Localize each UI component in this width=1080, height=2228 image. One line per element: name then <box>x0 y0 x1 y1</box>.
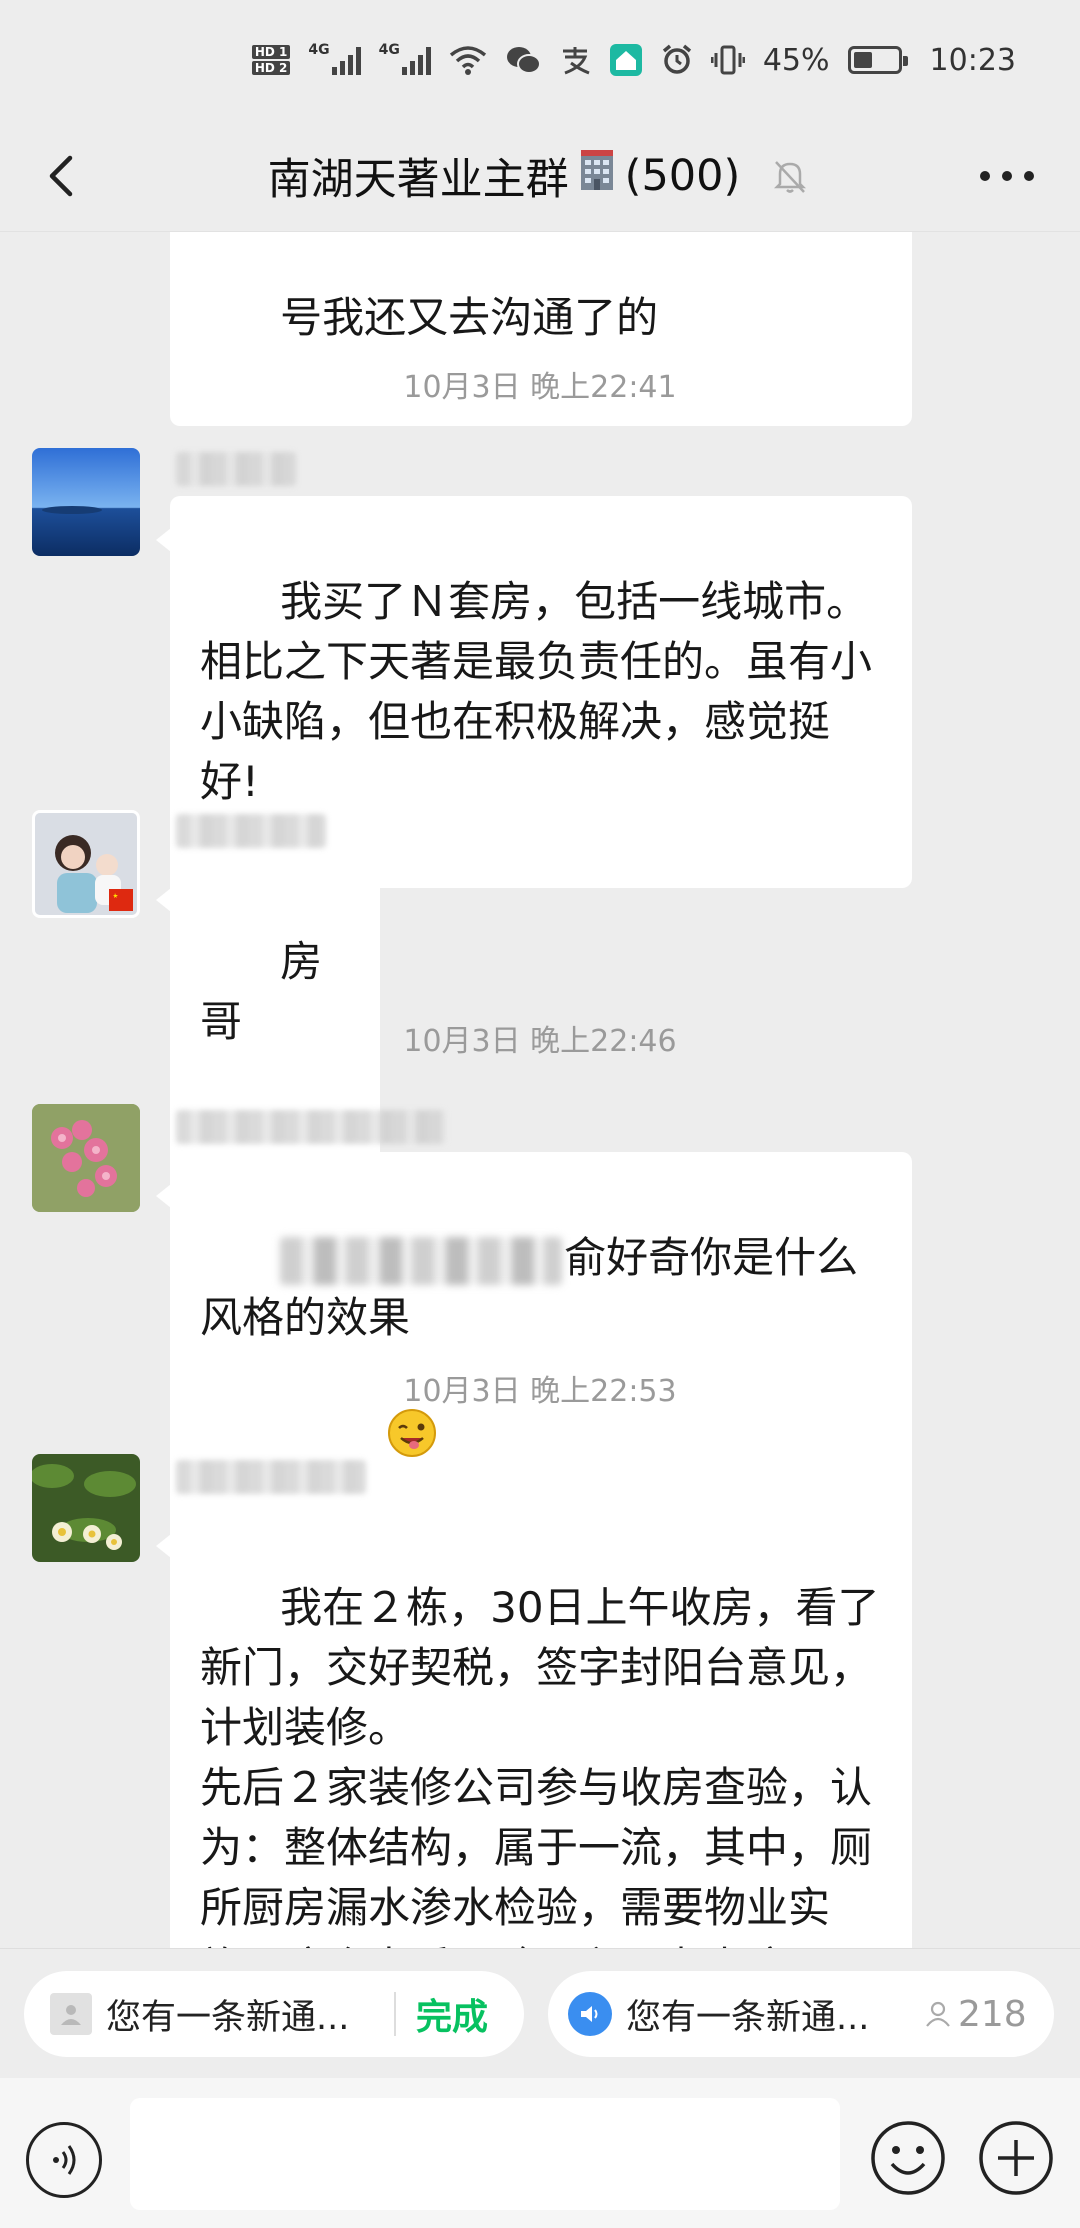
notice-chip[interactable]: 您有一条新通... 完成 <box>24 1971 524 2057</box>
mute-bell-icon <box>768 154 812 198</box>
voice-icon <box>53 2145 76 2175</box>
notification-bar: 您有一条新通... 完成 您有一条新通... 218 <box>0 1948 1080 2078</box>
alarm-icon <box>661 42 693 78</box>
wifi-icon <box>449 42 487 78</box>
more-functions-button[interactable] <box>976 2118 1056 2198</box>
speaker-icon <box>568 1992 612 2036</box>
smiley-icon <box>871 2121 945 2195</box>
timestamp: 10月3日 晚上22:46 <box>403 1024 677 1059</box>
timestamp: 10月3日 晚上22:41 <box>403 370 677 405</box>
network-type-label-2: 4G <box>378 42 400 58</box>
done-button[interactable]: 完成 <box>416 1988 488 2040</box>
avatar[interactable] <box>32 1104 140 1212</box>
sender-name-redacted <box>176 1110 446 1144</box>
notice-text: 您有一条新通... <box>106 1997 350 2038</box>
message-text: 我买了Ｎ套房，包括一线城市。相比之下天著是最负责任的。虽有小小缺陷，但也在积极解… <box>200 577 873 806</box>
battery-percent: 45% <box>762 42 830 78</box>
reader-count-value: 218 <box>958 1993 1027 2035</box>
alipay-icon <box>559 42 591 78</box>
sender-name-redacted <box>176 814 326 848</box>
page-title: 南湖天著业主群 (500) <box>268 145 813 207</box>
emoji-button[interactable] <box>868 2118 948 2198</box>
avatar[interactable] <box>32 448 140 556</box>
avatar[interactable] <box>32 810 140 918</box>
avatar[interactable] <box>32 1454 140 1562</box>
dot-icon <box>1002 171 1012 181</box>
hd-indicator: HD 1 HD 2 <box>251 44 291 76</box>
sender-name-redacted <box>176 1460 366 1494</box>
wechat-icon <box>505 42 541 78</box>
message-text: 我在２栋，30日上午收房，看了新门，交好契税，签字封阳台意见，计划装修。 先后２… <box>200 1583 880 1948</box>
home-app-icon <box>609 42 643 78</box>
reader-count: 218 <box>922 1994 1027 2035</box>
message-list[interactable]: 号我还又去沟通了的 10月3日 晚上22:41 我买了Ｎ套房，包括一线城市。相比… <box>0 232 1080 1948</box>
announcement-chip[interactable]: 您有一条新通... 218 <box>548 1971 1054 2057</box>
voice-input-button[interactable] <box>26 2122 102 2198</box>
hd2-label: HD 2 <box>251 61 291 75</box>
input-bar <box>0 2078 1080 2228</box>
user-icon <box>50 1993 92 2035</box>
message-text: 号我还又去沟通了的 <box>280 293 659 342</box>
plus-icon <box>979 2121 1053 2195</box>
sender-name-redacted <box>176 452 296 486</box>
dot-icon <box>1024 171 1034 181</box>
message-bubble[interactable]: 我在２栋，30日上午收房，看了新门，交好契税，签字封阳台意见，计划装修。 先后２… <box>156 1502 912 1948</box>
back-button[interactable] <box>30 144 94 208</box>
person-icon <box>926 2001 950 2027</box>
redacted-text <box>280 1236 563 1285</box>
chevron-left-icon <box>49 155 73 197</box>
battery-icon <box>847 46 908 74</box>
signal-icon-2: 4G <box>379 42 431 78</box>
more-options-button[interactable] <box>972 150 1042 202</box>
building-emoji-icon <box>575 148 619 203</box>
message-input[interactable] <box>130 2098 840 2210</box>
member-count: (500) <box>624 150 741 201</box>
dot-icon <box>980 171 990 181</box>
signal-icon: 4G <box>308 42 361 78</box>
group-name: 南湖天著业主群 <box>267 154 569 205</box>
vibrate-icon <box>710 42 745 78</box>
status-bar: HD 1 HD 2 4G 4G 45% 10:23 <box>0 0 1080 120</box>
network-type-label: 4G <box>308 42 330 58</box>
timestamp: 10月3日 晚上22:53 <box>403 1374 677 1409</box>
clock: 10:23 <box>929 42 1016 78</box>
wechat-group-chat-screen: HD 1 HD 2 4G 4G 45% 10:23 南湖天著业主群 (500) … <box>0 0 1080 2228</box>
chat-header: 南湖天著业主群 (500) <box>0 120 1080 232</box>
hd1-label: HD 1 <box>251 45 291 59</box>
divider <box>394 1992 396 2036</box>
notice-text: 您有一条新通... <box>626 1997 870 2038</box>
